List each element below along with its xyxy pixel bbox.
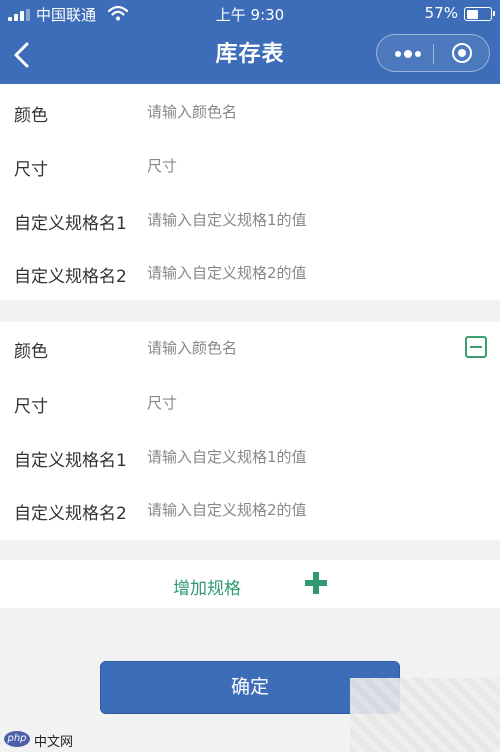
- size-row: 尺寸: [0, 377, 500, 429]
- plus-icon[interactable]: [305, 572, 327, 594]
- custom-spec-1-row: 自定义规格名1: [0, 194, 500, 246]
- size-input[interactable]: [147, 389, 447, 417]
- size-label: 尺寸: [14, 397, 48, 417]
- add-spec-bar: 增加规格: [0, 560, 500, 608]
- more-dots-icon[interactable]: [387, 35, 427, 73]
- custom-spec-2-label: 自定义规格名2: [14, 504, 127, 524]
- custom-spec-1-input[interactable]: [147, 206, 447, 234]
- spec-card-1: 颜色 尺寸 自定义规格名1 自定义规格名2: [0, 84, 500, 300]
- color-row: 颜色: [0, 322, 500, 374]
- custom-spec-2-input[interactable]: [147, 259, 447, 287]
- battery-percent: 57%: [424, 4, 458, 22]
- close-circle-icon[interactable]: [441, 35, 483, 73]
- mini-program-capsule: [376, 34, 490, 72]
- size-row: 尺寸: [0, 140, 500, 192]
- spec-card-2: 颜色 尺寸 自定义规格名1 自定义规格名2: [0, 322, 500, 540]
- color-input[interactable]: [147, 98, 447, 126]
- remove-spec-button[interactable]: [465, 336, 487, 358]
- custom-spec-2-label: 自定义规格名2: [14, 267, 127, 287]
- color-label: 颜色: [14, 342, 48, 362]
- custom-spec-1-input[interactable]: [147, 443, 447, 471]
- watermark-logo: php: [4, 731, 30, 747]
- battery-level: [466, 9, 479, 19]
- custom-spec-2-input[interactable]: [147, 496, 447, 524]
- color-row: 颜色: [0, 86, 500, 138]
- status-bar: 中国联通 上午 9:30 57%: [0, 0, 500, 28]
- custom-spec-1-label: 自定义规格名1: [14, 451, 127, 471]
- size-label: 尺寸: [14, 160, 48, 180]
- custom-spec-1-row: 自定义规格名1: [0, 431, 500, 483]
- battery-icon: [464, 7, 495, 21]
- size-input[interactable]: [147, 152, 447, 180]
- custom-spec-2-row: 自定义规格名2: [0, 484, 500, 536]
- color-label: 颜色: [14, 106, 48, 126]
- mosaic-watermark: [350, 678, 500, 752]
- app-header: 中国联通 上午 9:30 57% 库存表: [0, 0, 500, 84]
- custom-spec-2-row: 自定义规格名2: [0, 247, 500, 299]
- custom-spec-1-label: 自定义规格名1: [14, 214, 127, 234]
- color-input[interactable]: [147, 334, 447, 362]
- add-spec-link[interactable]: 增加规格: [173, 574, 241, 599]
- watermark-text: 中文网: [34, 735, 74, 750]
